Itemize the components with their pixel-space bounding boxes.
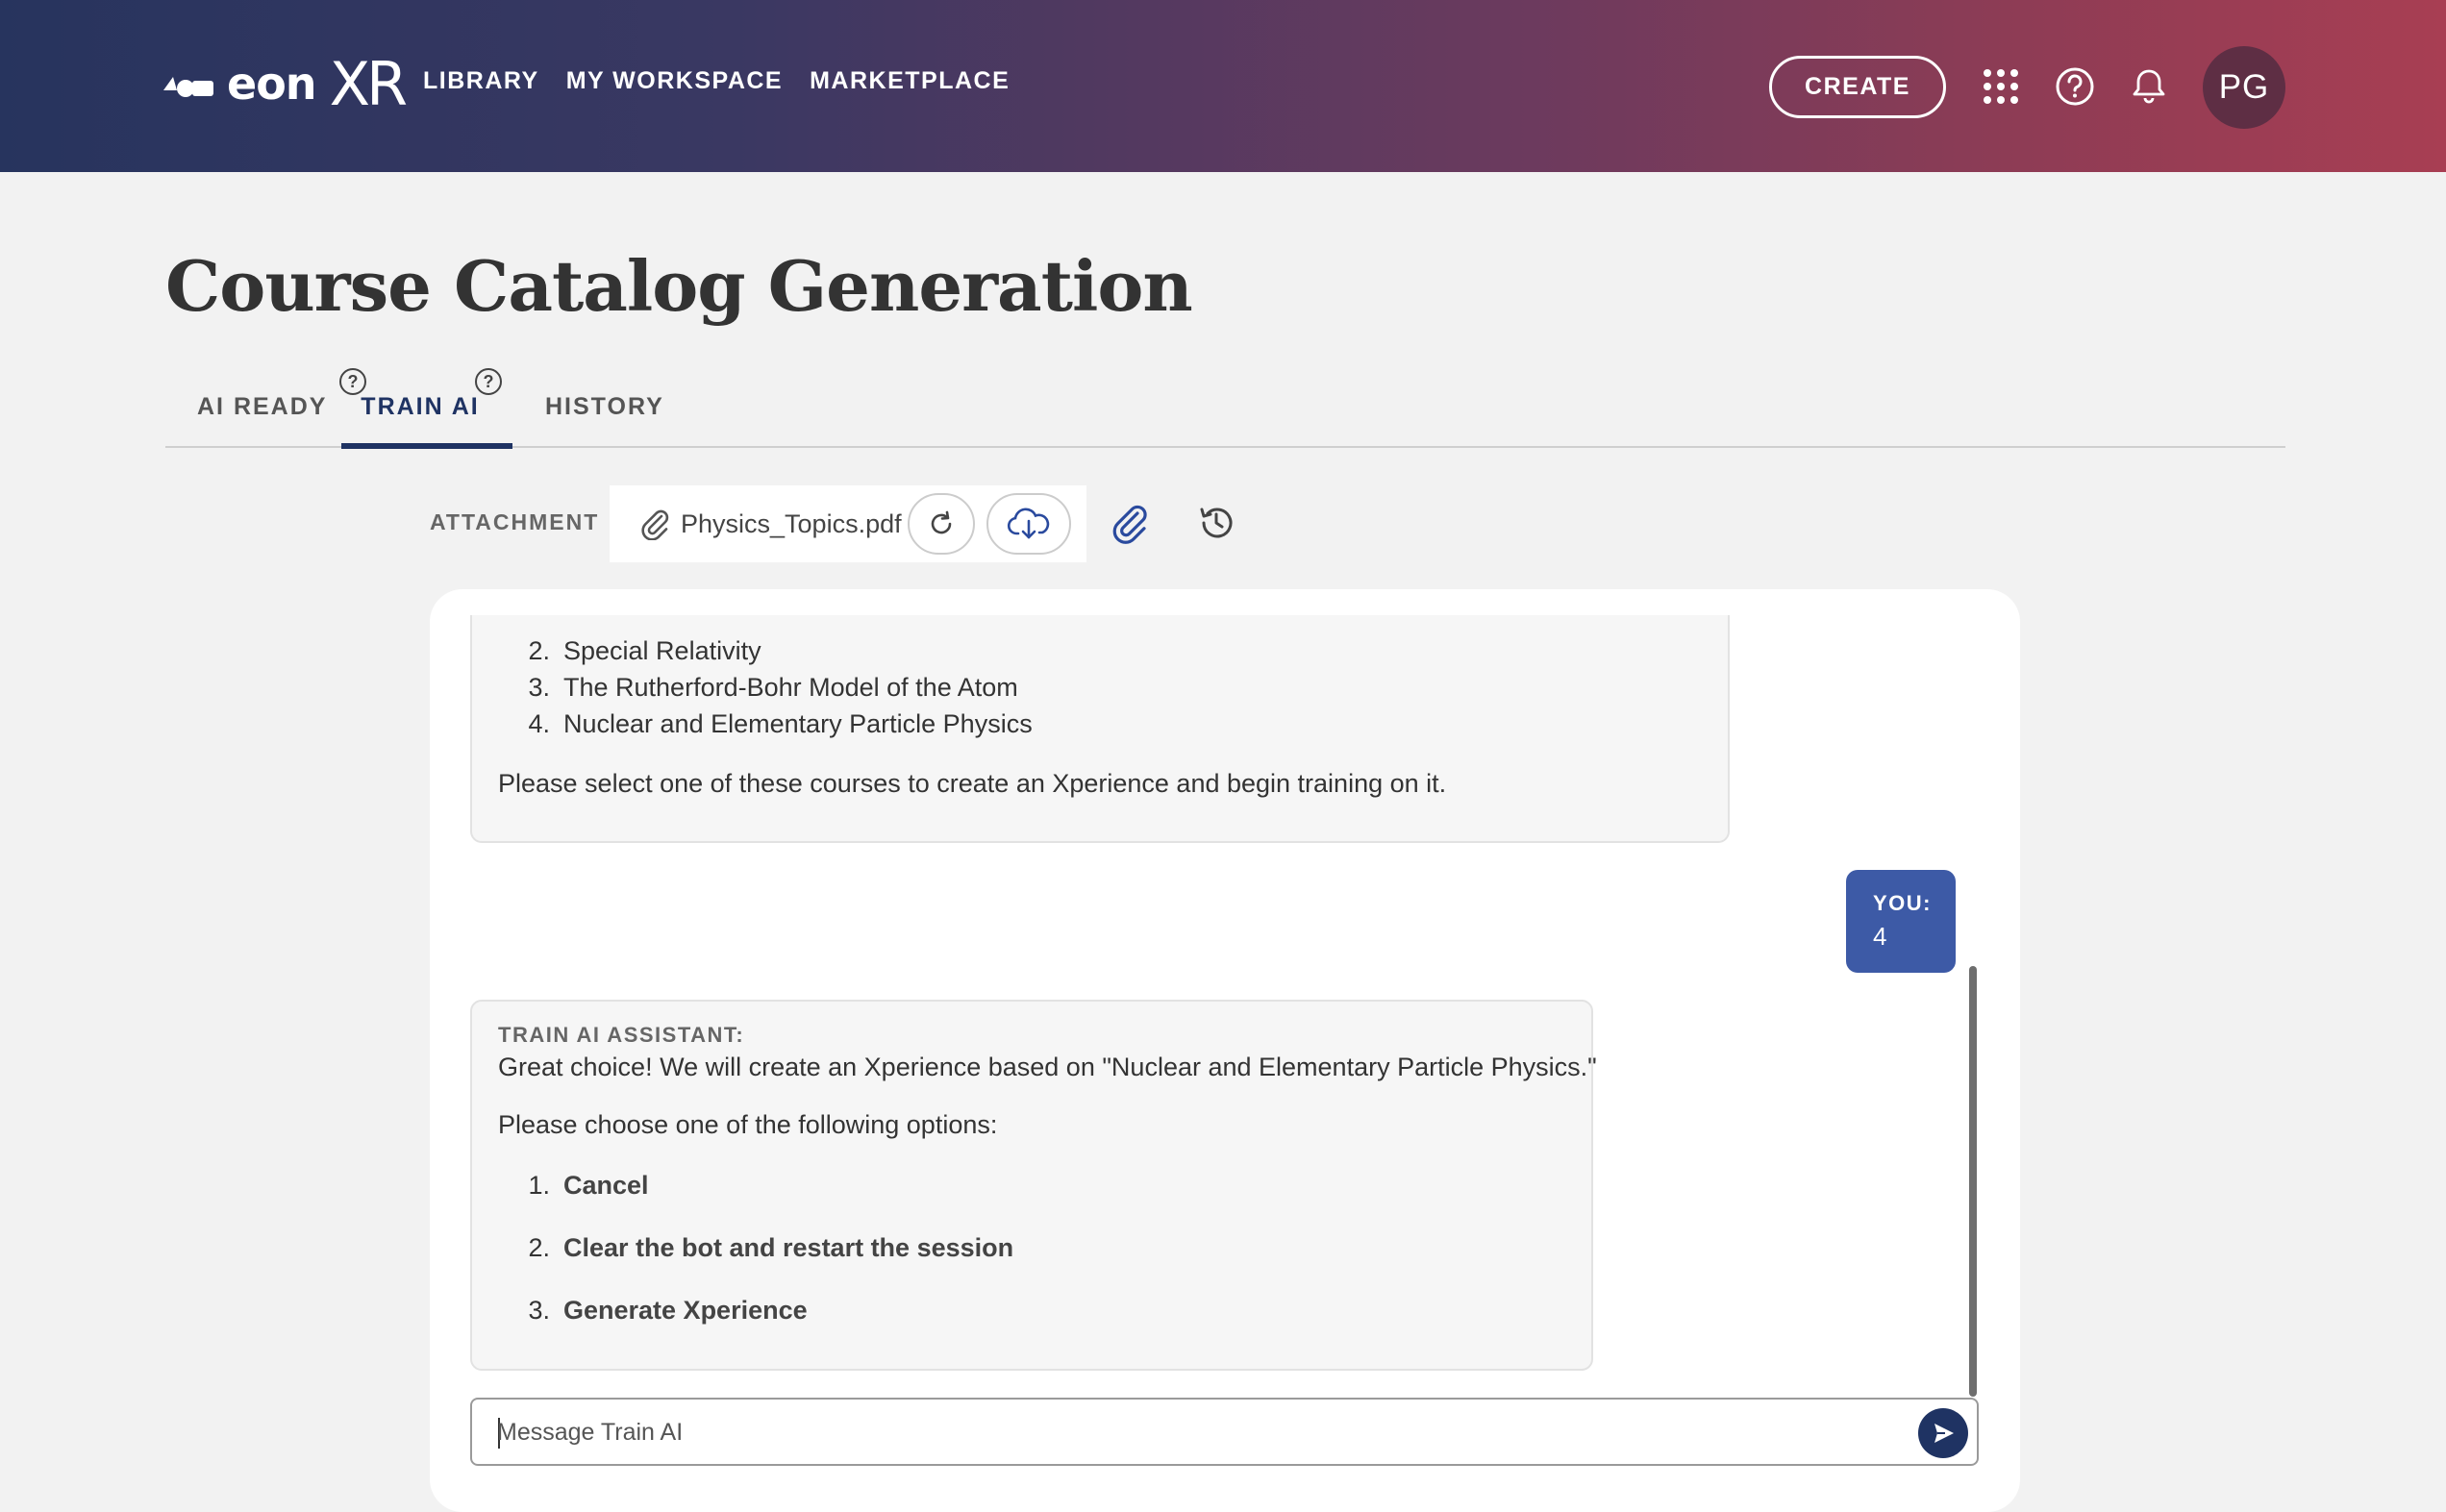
option-clear-restart[interactable]: 2. Clear the bot and restart the session: [472, 1233, 1530, 1266]
assistant-message: TRAIN AI ASSISTANT: Great choice! We wil…: [470, 1000, 1597, 1371]
option-generate-xperience[interactable]: 3. Generate Xperience: [472, 1296, 1530, 1328]
list-number: 3.: [528, 673, 550, 702]
attachment-label: ATTACHMENT: [430, 509, 600, 534]
chat-scrollbar[interactable]: [1969, 966, 1977, 1397]
user-label: YOU:: [1873, 891, 1932, 915]
list-text: Special Relativity: [563, 636, 761, 665]
send-button[interactable]: [1918, 1408, 1968, 1458]
nav-library[interactable]: LIBRARY: [423, 67, 539, 95]
tab-label: AI READY: [197, 392, 328, 420]
user-text: 4: [1873, 922, 1887, 951]
assistant-label: TRAIN AI ASSISTANT:: [498, 1023, 745, 1047]
nav-my-workspace[interactable]: MY WORKSPACE: [566, 67, 783, 95]
list-item: 2. Special Relativity: [472, 636, 1626, 669]
logo-xr: XR: [329, 48, 409, 119]
download-button[interactable]: [986, 493, 1071, 555]
message-input[interactable]: [497, 1413, 1882, 1451]
list-number: 2.: [528, 1233, 550, 1262]
page-title: Course Catalog Generation: [165, 245, 1193, 327]
option-text: Cancel: [563, 1171, 649, 1200]
nav-marketplace[interactable]: MARKETPLACE: [810, 67, 1010, 95]
send-icon: [1934, 1424, 1954, 1443]
logo-text: eon: [227, 58, 317, 110]
message-text: Please select one of these courses to cr…: [498, 769, 1447, 798]
option-text: Clear the bot and restart the session: [563, 1233, 1014, 1262]
paperclip-icon: [641, 509, 669, 540]
eonxr-logo[interactable]: eon XR: [163, 48, 409, 119]
user-message: YOU: 4: [1846, 870, 1956, 973]
option-text: Generate Xperience: [563, 1296, 808, 1325]
refresh-button[interactable]: [908, 493, 975, 555]
list-item: 3. The Rutherford-Bohr Model of the Atom: [472, 673, 1626, 706]
top-header: eon XR LIBRARY MY WORKSPACE MARKETPLACE …: [0, 0, 2446, 172]
list-number: 4.: [528, 709, 550, 738]
option-cancel[interactable]: 1. Cancel: [472, 1171, 1530, 1203]
tab-bar: AI READY ? TRAIN AI ? HISTORY: [165, 365, 2285, 449]
help-icon[interactable]: [2054, 65, 2096, 108]
tab-ai-ready[interactable]: AI READY ?: [197, 365, 366, 448]
list-number: 1.: [528, 1171, 550, 1200]
logo-mark-icon: [163, 77, 213, 97]
message-text: Great choice! We will create an Xperienc…: [498, 1053, 1597, 1081]
tab-label: TRAIN AI: [361, 392, 480, 420]
message-prompt: Please choose one of the following optio…: [498, 1110, 998, 1139]
attachment-file-name[interactable]: Physics_Topics.pdf: [681, 509, 902, 539]
tab-label: HISTORY: [545, 392, 664, 420]
create-button[interactable]: CREATE: [1769, 56, 1946, 118]
bell-icon[interactable]: [2128, 65, 2170, 108]
cloud-download-icon: [1007, 508, 1050, 539]
history-icon[interactable]: [1195, 502, 1237, 544]
message-input-box: [470, 1398, 1979, 1466]
list-number: 2.: [528, 636, 550, 665]
list-item: 4. Nuclear and Elementary Particle Physi…: [472, 709, 1626, 742]
list-text: Nuclear and Elementary Particle Physics: [563, 709, 1033, 738]
list-text: The Rutherford-Bohr Model of the Atom: [563, 673, 1018, 702]
attachment-file-chip: Physics_Topics.pdf: [610, 485, 1086, 562]
help-icon[interactable]: ?: [475, 368, 502, 395]
attach-file-icon[interactable]: [1109, 502, 1151, 544]
list-number: 3.: [528, 1296, 550, 1325]
tab-history[interactable]: HISTORY: [545, 365, 664, 448]
user-avatar[interactable]: PG: [2203, 46, 2285, 129]
assistant-message: 2. Special Relativity 3. The Rutherford-…: [470, 615, 1730, 843]
refresh-icon: [931, 510, 952, 534]
apps-grid-icon[interactable]: [1980, 65, 2022, 108]
tab-train-ai[interactable]: TRAIN AI ?: [341, 365, 512, 449]
main-nav: LIBRARY MY WORKSPACE MARKETPLACE: [423, 67, 1010, 95]
